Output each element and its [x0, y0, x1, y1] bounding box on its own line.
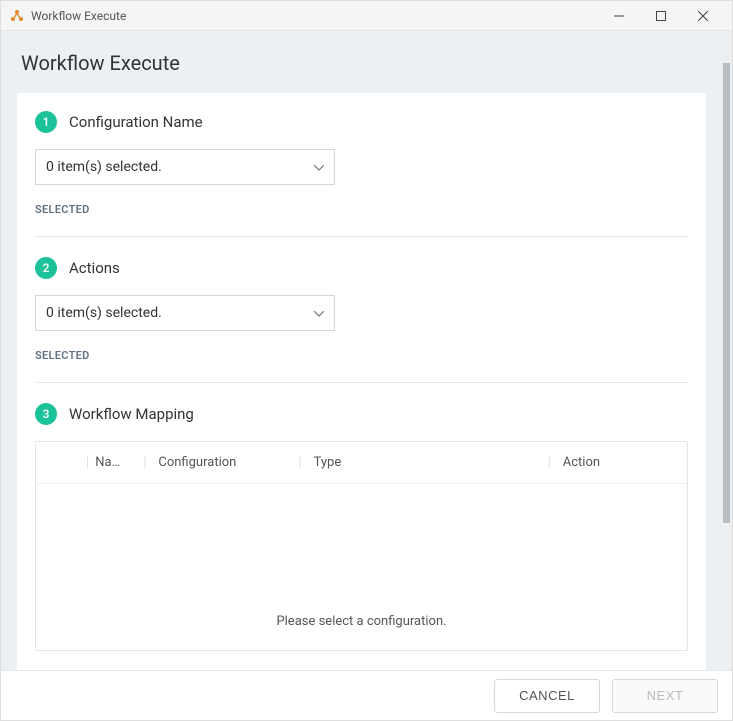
column-header-configuration[interactable]: Configuration — [152, 455, 298, 470]
step-badge-2: 2 — [35, 257, 57, 279]
footer: CANCEL NEXT — [1, 670, 732, 720]
table-header: | Na… | Configuration | Type | Action — [36, 442, 687, 484]
divider — [35, 382, 688, 383]
section-configuration: 1 Configuration Name 0 item(s) selected.… — [35, 111, 688, 236]
minimize-button[interactable] — [598, 2, 640, 30]
section-title-actions: Actions — [69, 259, 120, 277]
app-window: Workflow Execute Workflow Execute 1 Conf… — [0, 0, 733, 721]
configuration-selected-label: SELECTED — [35, 203, 688, 216]
window-title: Workflow Execute — [31, 9, 598, 23]
column-header-action[interactable]: Action — [557, 455, 675, 470]
table-empty-message: Please select a configuration. — [36, 484, 687, 629]
column-separator: | — [298, 455, 307, 470]
column-separator: | — [143, 455, 152, 470]
section-title-configuration: Configuration Name — [69, 113, 203, 131]
chevron-down-icon — [314, 305, 324, 321]
step-badge-1: 1 — [35, 111, 57, 133]
cancel-button[interactable]: CANCEL — [494, 679, 600, 713]
titlebar: Workflow Execute — [1, 1, 732, 31]
mapping-table: | Na… | Configuration | Type | Action Pl… — [35, 441, 688, 651]
page-title: Workflow Execute — [1, 31, 722, 93]
next-button[interactable]: NEXT — [612, 679, 718, 713]
app-icon — [9, 8, 25, 24]
maximize-button[interactable] — [640, 2, 682, 30]
divider — [35, 236, 688, 237]
configuration-select[interactable]: 0 item(s) selected. — [35, 149, 335, 185]
close-button[interactable] — [682, 2, 724, 30]
scrollbar[interactable] — [723, 63, 730, 523]
window-controls — [598, 2, 724, 30]
section-title-mapping: Workflow Mapping — [69, 405, 194, 423]
column-header-type[interactable]: Type — [308, 455, 548, 470]
actions-select-value: 0 item(s) selected. — [46, 305, 162, 321]
actions-select[interactable]: 0 item(s) selected. — [35, 295, 335, 331]
main-card: 1 Configuration Name 0 item(s) selected.… — [17, 93, 706, 670]
column-separator: | — [548, 455, 557, 470]
section-actions: 2 Actions 0 item(s) selected. SELECTED — [35, 257, 688, 382]
step-badge-3: 3 — [35, 403, 57, 425]
content-area: Workflow Execute 1 Configuration Name 0 … — [1, 31, 732, 670]
column-header-name[interactable]: Na… — [95, 455, 143, 470]
section-mapping: 3 Workflow Mapping | Na… | Configuration… — [35, 403, 688, 670]
actions-selected-label: SELECTED — [35, 349, 688, 362]
column-separator: | — [86, 455, 95, 470]
chevron-down-icon — [314, 159, 324, 175]
configuration-select-value: 0 item(s) selected. — [46, 159, 162, 175]
